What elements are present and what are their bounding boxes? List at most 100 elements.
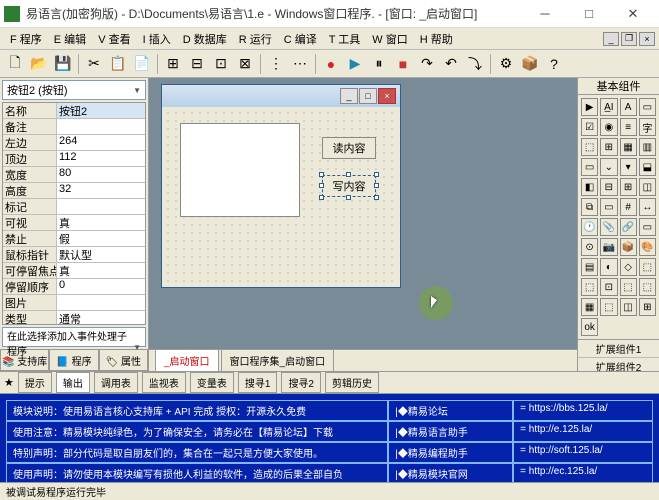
palette-component-icon[interactable]: ⊟ — [600, 178, 617, 196]
property-value[interactable] — [57, 119, 145, 134]
design-form-window[interactable]: _ □ × 读内容 写内容 — [161, 84, 401, 288]
property-value[interactable]: 32 — [57, 183, 145, 198]
bottom-tab[interactable]: 搜寻1 — [238, 372, 278, 393]
palette-component-icon[interactable]: ▭ — [639, 98, 656, 116]
palette-component-icon[interactable]: ⊞ — [600, 138, 617, 156]
menu-item[interactable]: D 数据库 — [177, 29, 233, 49]
property-row[interactable]: 类型通常 — [3, 311, 145, 325]
palette-component-icon[interactable]: ⬚ — [581, 278, 598, 296]
palette-component-icon[interactable]: 🔗 — [620, 218, 637, 236]
menu-item[interactable]: F 程序 — [4, 29, 48, 49]
palette-component-icon[interactable]: 🕐 — [581, 218, 598, 236]
step-icon[interactable]: ↷ — [416, 53, 438, 75]
property-row[interactable]: 高度32 — [3, 183, 145, 199]
palette-component-icon[interactable]: 字 — [639, 118, 656, 136]
paste-icon[interactable]: 📄 — [131, 53, 153, 75]
menu-item[interactable]: I 插入 — [137, 29, 177, 49]
property-row[interactable]: 图片 — [3, 295, 145, 311]
palette-component-icon[interactable]: A — [620, 98, 637, 116]
menu-item[interactable]: T 工具 — [323, 29, 367, 49]
palette-component-icon[interactable]: 📷 — [600, 238, 617, 256]
property-row[interactable]: 标记 — [3, 199, 145, 215]
palette-component-icon[interactable]: ↔ — [639, 198, 656, 216]
palette-component-icon[interactable]: ok — [581, 318, 598, 336]
tab-program[interactable]: 📘 程序 — [49, 350, 98, 371]
property-row[interactable]: 顶边112 — [3, 151, 145, 167]
form-designer-canvas[interactable]: _ □ × 读内容 写内容 — [149, 78, 577, 349]
property-value[interactable]: 真 — [57, 215, 145, 230]
palette-component-icon[interactable]: ≡ — [620, 118, 637, 136]
palette-component-icon[interactable]: ▦ — [620, 138, 637, 156]
build-icon[interactable]: ⚙ — [495, 53, 517, 75]
property-row[interactable]: 停留顺序0 — [3, 279, 145, 295]
record-icon[interactable]: ● — [320, 53, 342, 75]
property-value[interactable]: 默认型 — [57, 247, 145, 262]
property-value[interactable]: 264 — [57, 135, 145, 150]
step-icon[interactable]: ↶ — [440, 53, 462, 75]
close-button[interactable]: ✕ — [611, 1, 655, 27]
save-icon[interactable]: 💾 — [52, 53, 74, 75]
property-value[interactable]: 按钮2 — [57, 103, 145, 118]
palette-component-icon[interactable]: ⬚ — [620, 278, 637, 296]
maximize-button[interactable]: □ — [567, 1, 611, 27]
palette-component-icon[interactable]: 📎 — [600, 218, 617, 236]
bottom-tab[interactable]: 提示 — [18, 372, 52, 393]
run-icon[interactable]: ▶ — [344, 53, 366, 75]
mdi-restore-button[interactable]: ❐ — [621, 32, 637, 46]
palette-component-icon[interactable]: ☑ — [581, 118, 598, 136]
palette-component-icon[interactable]: ⬚ — [639, 278, 656, 296]
bottom-tab[interactable]: 变量表 — [190, 372, 234, 393]
palette-component-icon[interactable]: ⬚ — [639, 258, 656, 276]
palette-component-icon[interactable]: ▦ — [581, 298, 598, 316]
palette-component-icon[interactable]: ⊙ — [581, 238, 598, 256]
palette-component-icon[interactable]: ▤ — [581, 258, 598, 276]
property-value[interactable]: 假 — [57, 231, 145, 246]
design-button-write[interactable]: 写内容 — [322, 175, 376, 197]
tool-icon[interactable]: ⋮ — [265, 53, 287, 75]
palette-component-icon[interactable]: ▶ — [581, 98, 598, 116]
property-row[interactable]: 左边264 — [3, 135, 145, 151]
menu-item[interactable]: E 编辑 — [48, 29, 92, 49]
step-icon[interactable]: ⤵ — [464, 53, 486, 75]
property-value[interactable]: 真 — [57, 263, 145, 278]
menu-item[interactable]: H 帮助 — [414, 29, 459, 49]
help-icon[interactable]: ? — [543, 53, 565, 75]
palette-component-icon[interactable]: ◫ — [639, 178, 656, 196]
design-button-read[interactable]: 读内容 — [322, 137, 376, 159]
property-value[interactable]: 通常 — [57, 311, 145, 325]
tab-window-assembly[interactable]: 窗口程序集_启动窗口 — [221, 349, 335, 371]
menu-item[interactable]: R 运行 — [233, 29, 278, 49]
property-row[interactable]: 可视真 — [3, 215, 145, 231]
palette-component-icon[interactable]: ⬚ — [581, 138, 598, 156]
palette-component-icon[interactable]: ⊞ — [620, 178, 637, 196]
property-row[interactable]: 禁止假 — [3, 231, 145, 247]
palette-component-icon[interactable]: ◧ — [581, 178, 598, 196]
property-value[interactable] — [57, 199, 145, 214]
property-value[interactable]: 0 — [57, 279, 145, 294]
bottom-tab[interactable]: 剪辑历史 — [325, 372, 379, 393]
property-value[interactable]: 80 — [57, 167, 145, 182]
property-row[interactable]: 备注 — [3, 119, 145, 135]
align-icon[interactable]: ⊡ — [210, 53, 232, 75]
palette-component-icon[interactable]: ⬓ — [639, 158, 656, 176]
tab-startup-window[interactable]: _启动窗口 — [155, 349, 219, 371]
event-selector[interactable]: 在此选择添加入事件处理子程序 — [2, 327, 146, 347]
menu-item[interactable]: W 窗口 — [366, 29, 413, 49]
minimize-button[interactable]: ─ — [523, 1, 567, 27]
open-icon[interactable]: 📂 — [28, 53, 50, 75]
palette-component-icon[interactable]: ▥ — [639, 138, 656, 156]
palette-component-icon[interactable]: A̲I — [600, 98, 617, 116]
bottom-tab[interactable]: 调用表 — [94, 372, 138, 393]
property-row[interactable]: 名称按钮2 — [3, 103, 145, 119]
palette-component-icon[interactable]: 🎨 — [639, 238, 656, 256]
palette-component-icon[interactable]: ⬚ — [600, 298, 617, 316]
output-pane[interactable]: 模块说明：使用易语言核心支持库 + API 完成 授权：开源永久免费|◆精易论坛… — [0, 394, 659, 482]
bottom-tab[interactable]: 监视表 — [142, 372, 186, 393]
palette-component-icon[interactable]: ⊡ — [600, 278, 617, 296]
palette-component-icon[interactable]: # — [620, 198, 637, 216]
cut-icon[interactable]: ✂ — [83, 53, 105, 75]
palette-component-icon[interactable]: ▾ — [620, 158, 637, 176]
design-form-body[interactable]: 读内容 写内容 — [164, 109, 398, 285]
tool-icon[interactable]: 📦 — [519, 53, 541, 75]
stop-icon[interactable]: ■ — [392, 53, 414, 75]
